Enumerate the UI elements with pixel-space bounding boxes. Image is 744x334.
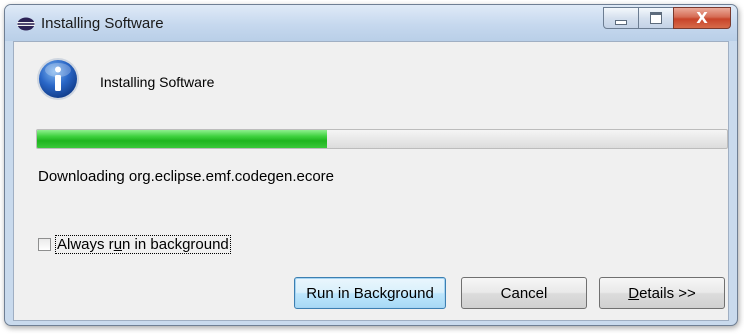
installing-software-window: Installing Software X Installing Softwar… [4,4,738,326]
status-text: Downloading org.eclipse.emf.codegen.ecor… [38,168,335,185]
progress-bar [36,129,728,149]
maximize-button[interactable] [638,7,674,29]
always-run-in-background-label[interactable]: Always run in background [55,235,231,254]
eclipse-icon [17,17,35,31]
progress-fill [37,130,327,148]
dialog-body: Installing Software Downloading org.ecli… [13,41,729,321]
minimize-button[interactable] [603,7,639,29]
always-run-in-background-checkbox[interactable] [38,238,51,251]
cancel-button[interactable]: Cancel [461,277,587,309]
info-icon [37,58,79,100]
minimize-icon [615,19,627,25]
details-button[interactable]: Details >> [599,277,725,309]
always-run-in-background-option[interactable]: Always run in background [38,235,231,254]
dialog-heading: Installing Software [100,74,215,90]
close-button[interactable]: X [673,7,731,29]
close-icon: X [696,9,708,27]
title-bar[interactable]: Installing Software X [5,5,737,41]
window-title: Installing Software [41,15,164,32]
run-in-background-button[interactable]: Run in Background [294,277,446,309]
maximize-icon [650,12,662,24]
